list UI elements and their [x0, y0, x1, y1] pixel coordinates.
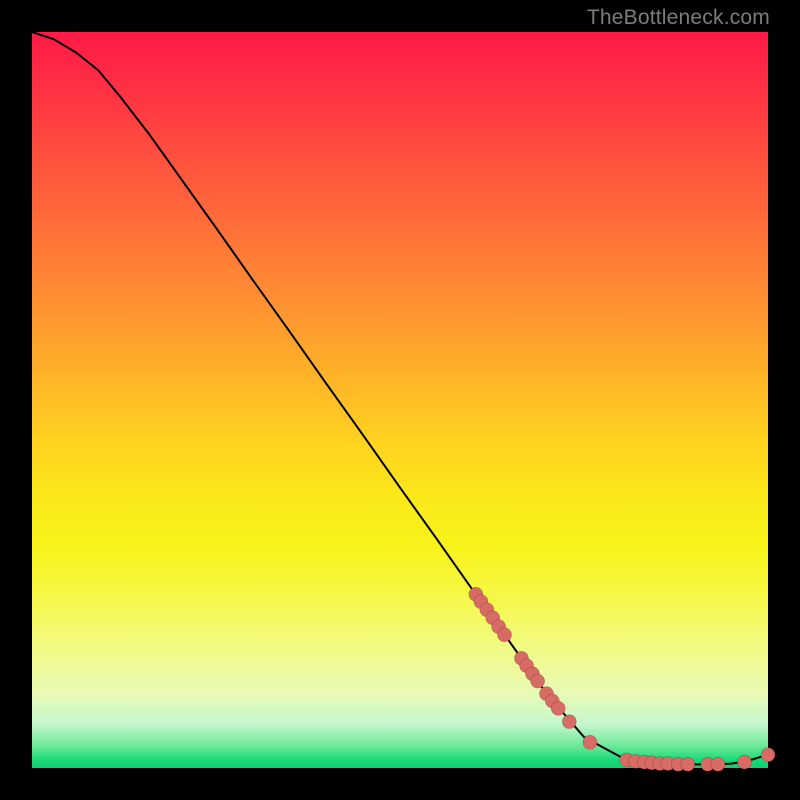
watermark-text: TheBottleneck.com — [587, 6, 770, 30]
data-marker — [498, 628, 512, 642]
chart-frame: TheBottleneck.com — [0, 0, 800, 800]
data-marker — [681, 757, 695, 771]
data-marker — [551, 701, 565, 715]
data-marker — [737, 755, 751, 769]
data-marker — [583, 735, 597, 749]
bottleneck-curve-line — [32, 32, 768, 764]
chart-svg — [32, 32, 768, 768]
data-marker — [562, 715, 576, 729]
data-marker — [531, 674, 545, 688]
marker-group — [469, 587, 775, 771]
data-marker — [761, 748, 775, 762]
data-marker — [711, 757, 725, 771]
plot-area — [32, 32, 768, 768]
